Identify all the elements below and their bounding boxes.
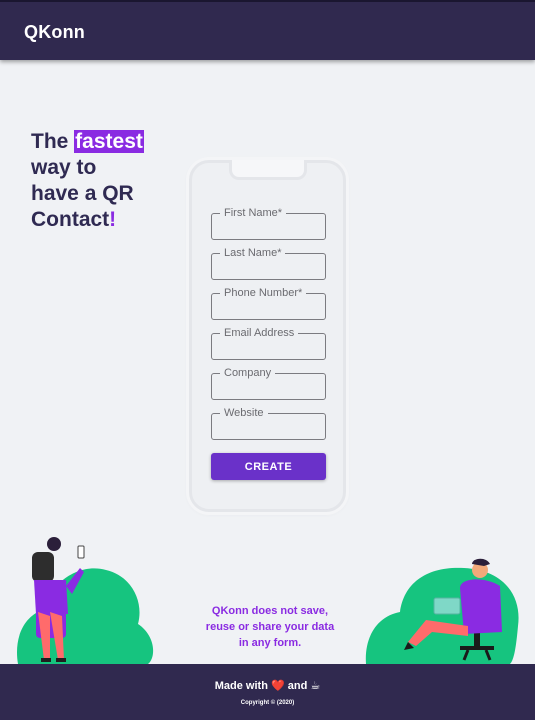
first-name-label: First Name* bbox=[220, 206, 287, 220]
phone-mockup: First Name* Last Name* Phone Number* Ema… bbox=[189, 160, 346, 512]
person-with-phone-illustration bbox=[17, 537, 154, 664]
coffee-icon: ☕ bbox=[310, 680, 321, 692]
top-navbar: QKonn bbox=[0, 0, 535, 60]
phone-number-field[interactable]: Phone Number* bbox=[211, 286, 326, 320]
email-address-label: Email Address bbox=[220, 326, 299, 340]
hero-heading: The fastest way to have a QR Contact! bbox=[31, 129, 181, 233]
made-with-text: Made with ❤️ and ☕ bbox=[214, 680, 321, 692]
create-button[interactable]: CREATE bbox=[211, 453, 326, 480]
footer: Made with ❤️ and ☕ Copyright © (2020) bbox=[0, 664, 535, 720]
copyright-text: Copyright © (2020) bbox=[240, 700, 295, 706]
phone-number-label: Phone Number* bbox=[220, 286, 307, 300]
heart-icon: ❤️ bbox=[270, 680, 285, 692]
hero-line2: way to bbox=[31, 156, 97, 179]
hero-line1-prefix: The bbox=[31, 130, 75, 153]
email-address-field[interactable]: Email Address bbox=[211, 326, 326, 360]
company-field[interactable]: Company bbox=[211, 366, 326, 400]
hero-exclamation: ! bbox=[109, 208, 117, 231]
phone-notch bbox=[229, 160, 307, 180]
last-name-label: Last Name* bbox=[220, 246, 286, 260]
person-with-laptop-illustration bbox=[365, 558, 519, 664]
first-name-field[interactable]: First Name* bbox=[211, 206, 326, 240]
website-label: Website bbox=[220, 406, 268, 420]
hero-line3: have a QR bbox=[31, 182, 134, 205]
last-name-field[interactable]: Last Name* bbox=[211, 246, 326, 280]
website-field[interactable]: Website bbox=[211, 406, 326, 440]
hero-highlight: fastest bbox=[74, 130, 144, 153]
brand-logo[interactable]: QKonn bbox=[24, 22, 85, 43]
privacy-notice: QKonn does not save, reuse or share your… bbox=[205, 605, 335, 649]
company-label: Company bbox=[220, 366, 276, 380]
hero-line4: Contact bbox=[31, 208, 110, 231]
